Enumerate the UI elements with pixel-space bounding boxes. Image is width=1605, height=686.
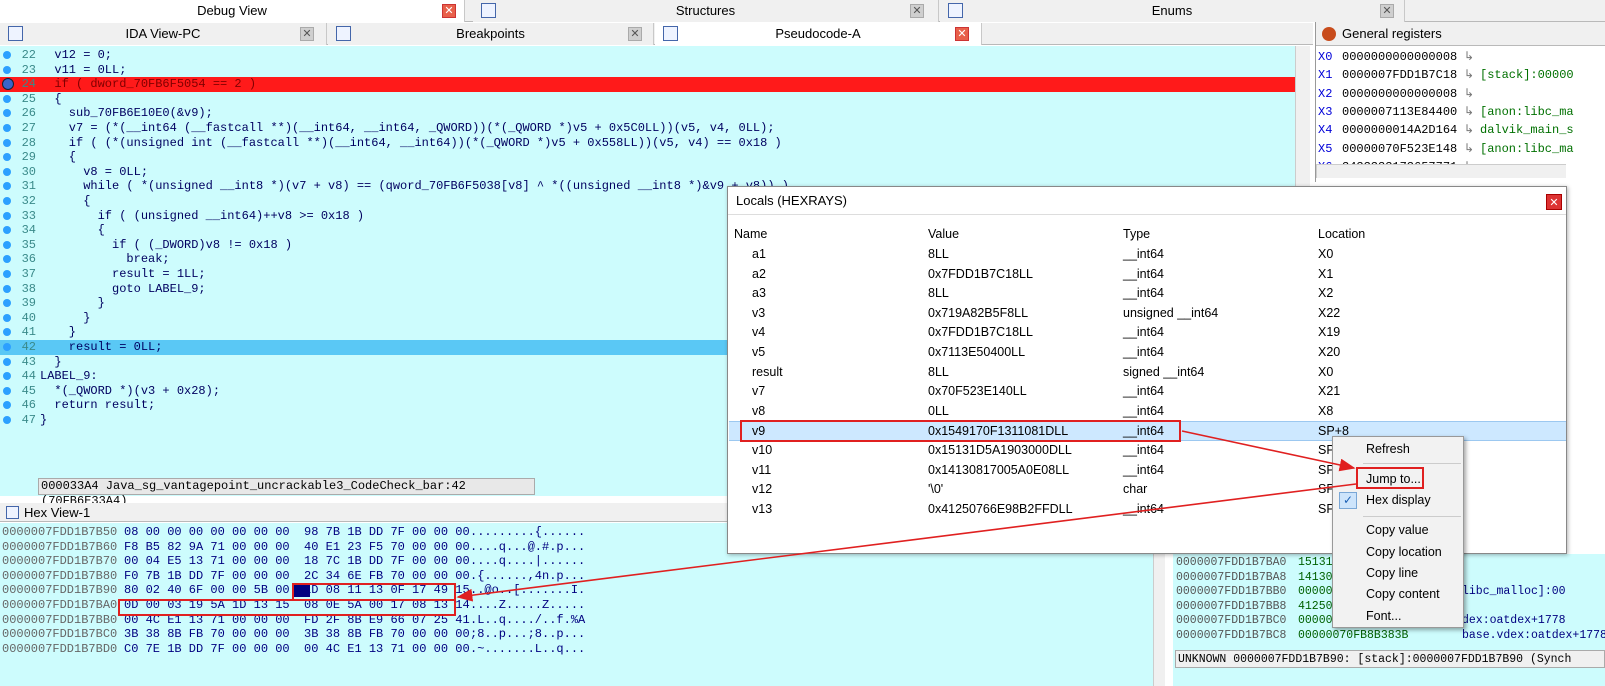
arrow-jump-to-hex xyxy=(456,483,1357,602)
annotation-arrows xyxy=(456,430,1357,602)
arrow-v9-to-jump xyxy=(1181,430,1356,472)
